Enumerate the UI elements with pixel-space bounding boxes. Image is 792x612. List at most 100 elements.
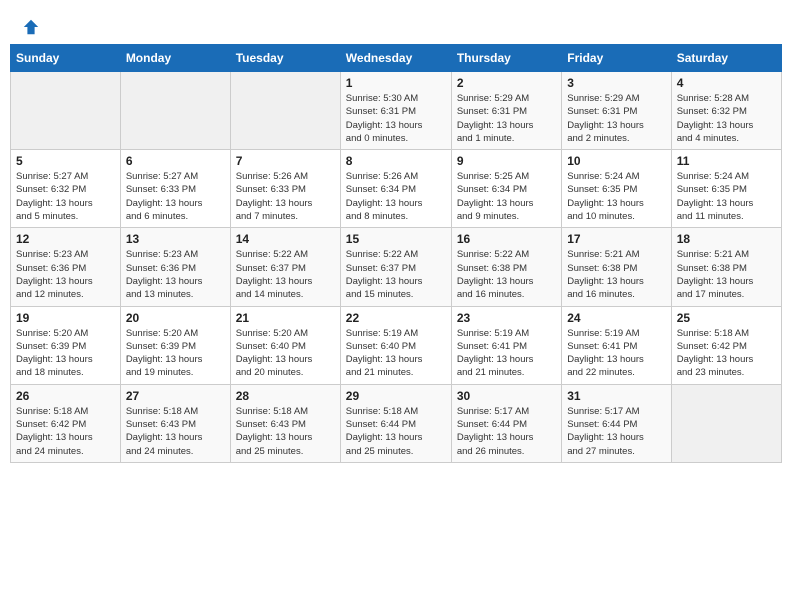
day-info: Sunrise: 5:26 AM Sunset: 6:34 PM Dayligh… <box>346 170 446 223</box>
day-cell: 17 Sunrise: 5:21 AM Sunset: 6:38 PM Dayli… <box>562 228 671 306</box>
day-cell: 7 Sunrise: 5:26 AM Sunset: 6:33 PM Daylig… <box>230 150 340 228</box>
day-number: 1 <box>346 76 446 90</box>
day-cell: 23 Sunrise: 5:19 AM Sunset: 6:41 PM Dayli… <box>451 306 561 384</box>
day-cell: 28 Sunrise: 5:18 AM Sunset: 6:43 PM Dayli… <box>230 384 340 462</box>
day-number: 26 <box>16 389 115 403</box>
day-cell: 31Sunrise: 5:17 AM Sunset: 6:44 PM Dayli… <box>562 384 671 462</box>
day-cell: 11Sunrise: 5:24 AM Sunset: 6:35 PM Dayli… <box>671 150 781 228</box>
day-info: Sunrise: 5:22 AM Sunset: 6:37 PM Dayligh… <box>236 248 335 301</box>
day-number: 3 <box>567 76 665 90</box>
header-monday: Monday <box>120 45 230 72</box>
day-number: 13 <box>126 232 225 246</box>
day-number: 14 <box>236 232 335 246</box>
day-info: Sunrise: 5:27 AM Sunset: 6:33 PM Dayligh… <box>126 170 225 223</box>
header-tuesday: Tuesday <box>230 45 340 72</box>
day-number: 9 <box>457 154 556 168</box>
day-info: Sunrise: 5:17 AM Sunset: 6:44 PM Dayligh… <box>567 405 665 458</box>
day-cell: 16Sunrise: 5:22 AM Sunset: 6:38 PM Dayli… <box>451 228 561 306</box>
day-cell: 14 Sunrise: 5:22 AM Sunset: 6:37 PM Dayli… <box>230 228 340 306</box>
day-info: Sunrise: 5:18 AM Sunset: 6:44 PM Dayligh… <box>346 405 446 458</box>
day-info: Sunrise: 5:25 AM Sunset: 6:34 PM Dayligh… <box>457 170 556 223</box>
day-number: 7 <box>236 154 335 168</box>
day-cell: 10 Sunrise: 5:24 AM Sunset: 6:35 PM Dayli… <box>562 150 671 228</box>
week-row-3: 12 Sunrise: 5:23 AM Sunset: 6:36 PM Dayli… <box>11 228 782 306</box>
day-cell: 22 Sunrise: 5:19 AM Sunset: 6:40 PM Dayli… <box>340 306 451 384</box>
day-cell <box>230 72 340 150</box>
day-number: 17 <box>567 232 665 246</box>
day-cell: 8 Sunrise: 5:26 AM Sunset: 6:34 PM Daylig… <box>340 150 451 228</box>
day-info: Sunrise: 5:21 AM Sunset: 6:38 PM Dayligh… <box>677 248 776 301</box>
day-info: Sunrise: 5:26 AM Sunset: 6:33 PM Dayligh… <box>236 170 335 223</box>
day-number: 15 <box>346 232 446 246</box>
day-number: 20 <box>126 311 225 325</box>
day-number: 30 <box>457 389 556 403</box>
day-number: 23 <box>457 311 556 325</box>
day-cell: 1 Sunrise: 5:30 AM Sunset: 6:31 PM Daylig… <box>340 72 451 150</box>
day-info: Sunrise: 5:18 AM Sunset: 6:43 PM Dayligh… <box>236 405 335 458</box>
day-cell: 29 Sunrise: 5:18 AM Sunset: 6:44 PM Dayli… <box>340 384 451 462</box>
day-cell: 18 Sunrise: 5:21 AM Sunset: 6:38 PM Dayli… <box>671 228 781 306</box>
day-info: Sunrise: 5:20 AM Sunset: 6:39 PM Dayligh… <box>16 327 115 380</box>
header-thursday: Thursday <box>451 45 561 72</box>
day-cell: 15 Sunrise: 5:22 AM Sunset: 6:37 PM Dayli… <box>340 228 451 306</box>
day-cell: 6 Sunrise: 5:27 AM Sunset: 6:33 PM Daylig… <box>120 150 230 228</box>
day-number: 12 <box>16 232 115 246</box>
day-number: 28 <box>236 389 335 403</box>
day-cell: 25 Sunrise: 5:18 AM Sunset: 6:42 PM Dayli… <box>671 306 781 384</box>
day-info: Sunrise: 5:22 AM Sunset: 6:37 PM Dayligh… <box>346 248 446 301</box>
day-cell <box>120 72 230 150</box>
day-info: Sunrise: 5:18 AM Sunset: 6:42 PM Dayligh… <box>677 327 776 380</box>
day-cell: 4Sunrise: 5:28 AM Sunset: 6:32 PM Daylig… <box>671 72 781 150</box>
day-info: Sunrise: 5:22 AM Sunset: 6:38 PM Dayligh… <box>457 248 556 301</box>
week-row-1: 1 Sunrise: 5:30 AM Sunset: 6:31 PM Daylig… <box>11 72 782 150</box>
day-info: Sunrise: 5:19 AM Sunset: 6:41 PM Dayligh… <box>567 327 665 380</box>
day-info: Sunrise: 5:29 AM Sunset: 6:31 PM Dayligh… <box>567 92 665 145</box>
day-info: Sunrise: 5:20 AM Sunset: 6:40 PM Dayligh… <box>236 327 335 380</box>
day-info: Sunrise: 5:24 AM Sunset: 6:35 PM Dayligh… <box>677 170 776 223</box>
day-cell: 12 Sunrise: 5:23 AM Sunset: 6:36 PM Dayli… <box>11 228 121 306</box>
day-cell: 3 Sunrise: 5:29 AM Sunset: 6:31 PM Daylig… <box>562 72 671 150</box>
day-number: 6 <box>126 154 225 168</box>
calendar-table: SundayMondayTuesdayWednesdayThursdayFrid… <box>10 44 782 463</box>
day-info: Sunrise: 5:24 AM Sunset: 6:35 PM Dayligh… <box>567 170 665 223</box>
day-info: Sunrise: 5:18 AM Sunset: 6:43 PM Dayligh… <box>126 405 225 458</box>
day-info: Sunrise: 5:27 AM Sunset: 6:32 PM Dayligh… <box>16 170 115 223</box>
day-info: Sunrise: 5:29 AM Sunset: 6:31 PM Dayligh… <box>457 92 556 145</box>
day-info: Sunrise: 5:30 AM Sunset: 6:31 PM Dayligh… <box>346 92 446 145</box>
day-number: 22 <box>346 311 446 325</box>
day-info: Sunrise: 5:28 AM Sunset: 6:32 PM Dayligh… <box>677 92 776 145</box>
day-cell: 2 Sunrise: 5:29 AM Sunset: 6:31 PM Daylig… <box>451 72 561 150</box>
day-cell <box>11 72 121 150</box>
header-sunday: Sunday <box>11 45 121 72</box>
day-info: Sunrise: 5:23 AM Sunset: 6:36 PM Dayligh… <box>16 248 115 301</box>
day-cell: 30 Sunrise: 5:17 AM Sunset: 6:44 PM Dayli… <box>451 384 561 462</box>
week-row-4: 19 Sunrise: 5:20 AM Sunset: 6:39 PM Dayli… <box>11 306 782 384</box>
logo-icon <box>22 18 40 36</box>
day-number: 27 <box>126 389 225 403</box>
day-info: Sunrise: 5:18 AM Sunset: 6:42 PM Dayligh… <box>16 405 115 458</box>
day-cell: 26 Sunrise: 5:18 AM Sunset: 6:42 PM Dayli… <box>11 384 121 462</box>
day-info: Sunrise: 5:21 AM Sunset: 6:38 PM Dayligh… <box>567 248 665 301</box>
day-cell: 21 Sunrise: 5:20 AM Sunset: 6:40 PM Dayli… <box>230 306 340 384</box>
day-info: Sunrise: 5:17 AM Sunset: 6:44 PM Dayligh… <box>457 405 556 458</box>
day-number: 8 <box>346 154 446 168</box>
day-cell: 27 Sunrise: 5:18 AM Sunset: 6:43 PM Dayli… <box>120 384 230 462</box>
day-number: 19 <box>16 311 115 325</box>
day-info: Sunrise: 5:19 AM Sunset: 6:41 PM Dayligh… <box>457 327 556 380</box>
day-info: Sunrise: 5:19 AM Sunset: 6:40 PM Dayligh… <box>346 327 446 380</box>
header-friday: Friday <box>562 45 671 72</box>
day-info: Sunrise: 5:20 AM Sunset: 6:39 PM Dayligh… <box>126 327 225 380</box>
day-number: 18 <box>677 232 776 246</box>
day-number: 10 <box>567 154 665 168</box>
day-number: 25 <box>677 311 776 325</box>
days-header-row: SundayMondayTuesdayWednesdayThursdayFrid… <box>11 45 782 72</box>
week-row-2: 5 Sunrise: 5:27 AM Sunset: 6:32 PM Daylig… <box>11 150 782 228</box>
day-number: 21 <box>236 311 335 325</box>
header <box>10 10 782 40</box>
day-number: 2 <box>457 76 556 90</box>
day-number: 5 <box>16 154 115 168</box>
logo <box>20 18 40 36</box>
day-number: 29 <box>346 389 446 403</box>
week-row-5: 26 Sunrise: 5:18 AM Sunset: 6:42 PM Dayli… <box>11 384 782 462</box>
header-saturday: Saturday <box>671 45 781 72</box>
